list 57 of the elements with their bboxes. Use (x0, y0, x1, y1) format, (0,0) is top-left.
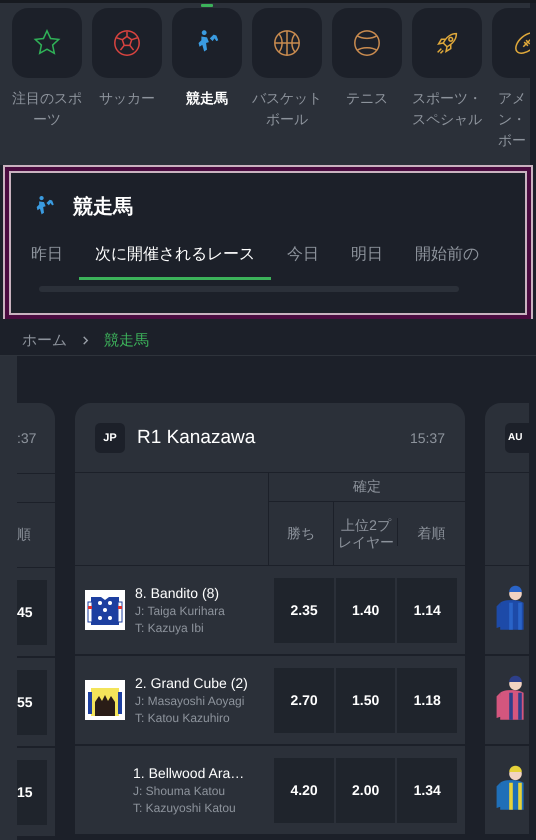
silk-icon (85, 590, 125, 630)
jockey-name: J: Masayoshi Aoyagi (135, 694, 246, 708)
basketball-icon (272, 28, 302, 58)
race-time: 15:37 (410, 430, 445, 446)
jockey-name: J: Shouma Katou (133, 784, 226, 798)
sport-label: アメン・ボー (498, 89, 527, 150)
date-tab[interactable]: 昨日 (15, 238, 79, 280)
breadcrumb-current: 競走馬 (104, 330, 149, 350)
section-title: 競走馬 (73, 194, 133, 220)
race-time: :37 (17, 430, 36, 446)
odds-button[interactable]: 15 (17, 760, 47, 824)
sport-tile[interactable] (252, 8, 322, 78)
sport-label: 競走馬 (185, 89, 229, 108)
odds-button[interactable]: 1.40 (336, 578, 396, 642)
odds-button[interactable]: 55 (17, 670, 47, 734)
odds-button[interactable]: 1.34 (397, 758, 457, 822)
jockey-name: J: Taiga Kurihara (135, 604, 225, 618)
horse-name: 2. Grand Cube (2) (135, 675, 248, 691)
column-header: 着順 (418, 525, 446, 542)
sport-label: テニス (345, 89, 389, 108)
soccer-ball-icon (112, 28, 142, 58)
odds-button[interactable]: 1.14 (397, 578, 457, 642)
horse-name: 8. Bandito (8) (135, 585, 220, 601)
date-tab[interactable]: 開始前の (399, 238, 495, 280)
silk-icon (85, 680, 125, 720)
trainer-name: T: Kazuya Ibi (135, 621, 205, 635)
market-header: 確定 (353, 478, 381, 496)
odds-button[interactable]: 1.50 (336, 668, 396, 732)
column-header: 順 (17, 526, 31, 544)
sport-tile[interactable] (12, 8, 82, 78)
horse-name: 1. Bellwood Ara… (133, 765, 244, 781)
date-tab[interactable]: 今日 (271, 238, 335, 280)
sport-tile[interactable] (92, 8, 162, 78)
odds-button[interactable]: 2.35 (274, 578, 334, 642)
sport-tile[interactable] (412, 8, 482, 78)
odds-button[interactable]: 45 (17, 580, 47, 644)
odds-button[interactable]: 4.20 (274, 758, 334, 822)
sport-label: スポーツ・スペシャル (411, 89, 483, 129)
trainer-name: T: Katou Kazuhiro (135, 711, 231, 725)
column-header: 勝ち (287, 525, 315, 542)
sport-tile[interactable] (332, 8, 402, 78)
date-tab[interactable]: 明日 (335, 238, 399, 280)
sport-label: バスケットボール (251, 89, 323, 129)
column-header: 上位2プレイヤー (337, 516, 395, 550)
country-badge: JP (95, 422, 125, 452)
breadcrumb-link[interactable]: ホーム (22, 330, 67, 350)
trainer-name: T: Kazuyoshi Katou (133, 801, 237, 815)
sport-label: サッカー (98, 89, 156, 108)
date-tab[interactable]: 次に開催されるレース (79, 238, 271, 280)
sport-label: 注目のスポーツ (11, 89, 83, 129)
tennis-ball-icon (352, 28, 382, 58)
odds-button[interactable]: 2.00 (336, 758, 396, 822)
chevron-icon (81, 336, 90, 344)
country-badge: AU (505, 422, 529, 452)
odds-button[interactable]: 2.70 (274, 668, 334, 732)
odds-button[interactable]: 1.18 (397, 668, 457, 732)
race-title: R1 Kanazawa (137, 426, 256, 448)
